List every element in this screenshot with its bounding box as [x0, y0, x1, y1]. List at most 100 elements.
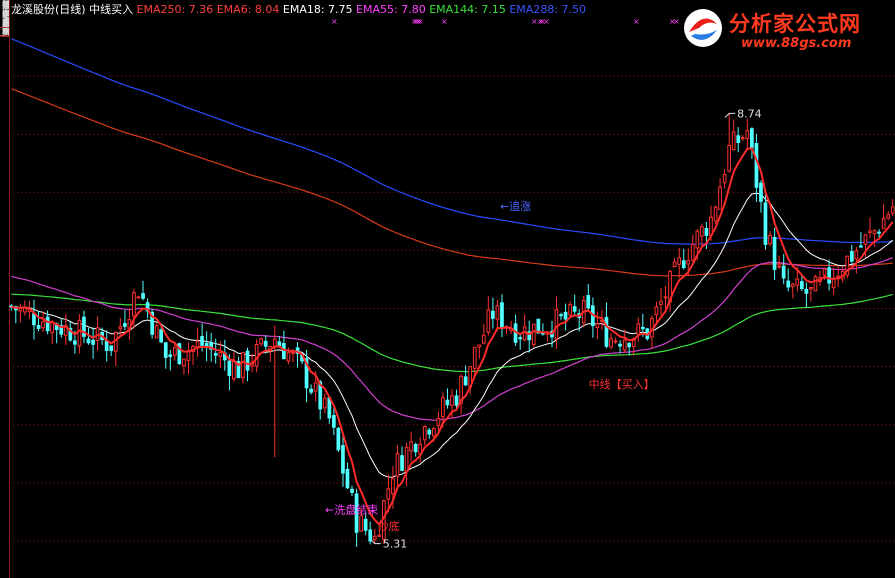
- candle: [591, 297, 595, 338]
- candle: [422, 425, 427, 446]
- logo-icon: [684, 9, 722, 47]
- candle: [77, 314, 82, 354]
- annotation: 抄底: [378, 519, 400, 533]
- candle: [881, 203, 886, 230]
- indicator-ema250: EMA250: 7.36: [137, 3, 217, 16]
- candle: [491, 297, 495, 329]
- candle: [768, 231, 772, 246]
- candle: [563, 303, 568, 331]
- candle: [504, 325, 509, 334]
- indicator-ema55: EMA55: 7.80: [356, 3, 429, 16]
- candle: [341, 434, 345, 487]
- candle: [368, 521, 373, 545]
- candle: [427, 427, 432, 440]
- candle: [531, 323, 536, 348]
- candle: [445, 388, 450, 409]
- candle: [395, 445, 400, 491]
- candle: [191, 344, 195, 365]
- candle: [459, 373, 463, 415]
- candle: [850, 244, 854, 264]
- candle: [727, 113, 731, 173]
- candle: [609, 333, 613, 350]
- logo-url: www.88gs.com: [741, 36, 852, 51]
- high-pointer: [724, 112, 736, 118]
- signal-mark: ×: [417, 17, 424, 26]
- candle: [845, 255, 850, 279]
- indicator-ema288: EMA288: 7.50: [509, 3, 586, 16]
- annotation: 5.31: [383, 538, 408, 551]
- candle: [586, 284, 591, 312]
- candle: [477, 344, 482, 359]
- candle: [413, 442, 418, 457]
- candle: [272, 325, 277, 458]
- candle: [309, 384, 313, 395]
- candle: [177, 342, 182, 365]
- ema144-line: [11, 293, 893, 373]
- sidebar-tab[interactable]: 分时成交: [0, 0, 9, 37]
- candle: [618, 340, 622, 354]
- candle: [745, 118, 750, 150]
- candle: [622, 329, 627, 353]
- candle: [354, 488, 359, 547]
- candle: [677, 247, 681, 279]
- signal-mark: ×: [331, 17, 338, 26]
- candle: [186, 342, 191, 374]
- chart-header: 龙溪股份(日线) 中线买入 EMA250: 7.36 EMA6: 8.04 EM…: [11, 2, 586, 16]
- candle: [613, 337, 618, 344]
- candle: [668, 269, 672, 312]
- candle: [772, 227, 777, 281]
- candle: [463, 365, 468, 386]
- annotation: 中线【买入】: [589, 377, 655, 391]
- candle: [750, 127, 754, 159]
- candle: [295, 342, 300, 368]
- candle: [759, 180, 763, 213]
- annotation: 8.74: [737, 107, 762, 120]
- candle: [781, 254, 786, 285]
- candle: [495, 300, 500, 332]
- site-logo: 分析家公式网 www.88gs.com: [681, 4, 891, 54]
- candle: [886, 211, 890, 221]
- candle: [804, 282, 809, 308]
- candle: [154, 323, 159, 339]
- candle: [731, 119, 736, 151]
- candle: [827, 259, 831, 291]
- kline-chart[interactable]: 龙溪股份(日线) 中线买入 EMA250: 7.36 EMA6: 8.04 EM…: [9, 0, 895, 578]
- candle: [109, 345, 114, 356]
- annotation: ←追涨: [500, 199, 531, 213]
- candle: [500, 294, 504, 338]
- candle: [663, 285, 668, 309]
- ema6-line: [11, 147, 894, 526]
- candle: [195, 327, 200, 357]
- candle: [527, 320, 532, 353]
- candle: [304, 349, 309, 403]
- annotation: ←洗盘结束: [325, 503, 378, 517]
- indicator-ema18: EMA18: 7.75: [283, 3, 356, 16]
- ema288-line: [11, 38, 893, 245]
- candle: [404, 442, 409, 486]
- chart-title: 龙溪股份(日线) 中线买入: [11, 2, 137, 16]
- candle: [786, 268, 791, 292]
- ema18-line: [11, 192, 894, 478]
- candle: [350, 485, 354, 496]
- candle: [690, 234, 695, 262]
- candle: [336, 427, 341, 452]
- candle: [136, 295, 141, 299]
- candle: [736, 127, 741, 153]
- candle: [282, 330, 286, 360]
- candle: [627, 341, 631, 356]
- candle: [636, 317, 641, 342]
- candle: [568, 301, 572, 318]
- candle: [890, 199, 895, 216]
- candle: [672, 258, 677, 268]
- indicator-ema6: EMA6: 8.04: [217, 3, 283, 16]
- candle: [41, 311, 45, 332]
- candle: [713, 205, 718, 224]
- signal-mark: ×: [633, 17, 640, 26]
- candle: [182, 358, 186, 375]
- candle: [372, 528, 377, 544]
- candle: [859, 232, 863, 248]
- candle: [522, 314, 527, 342]
- candle: [322, 393, 327, 413]
- candle: [559, 312, 563, 320]
- candle: [868, 217, 872, 238]
